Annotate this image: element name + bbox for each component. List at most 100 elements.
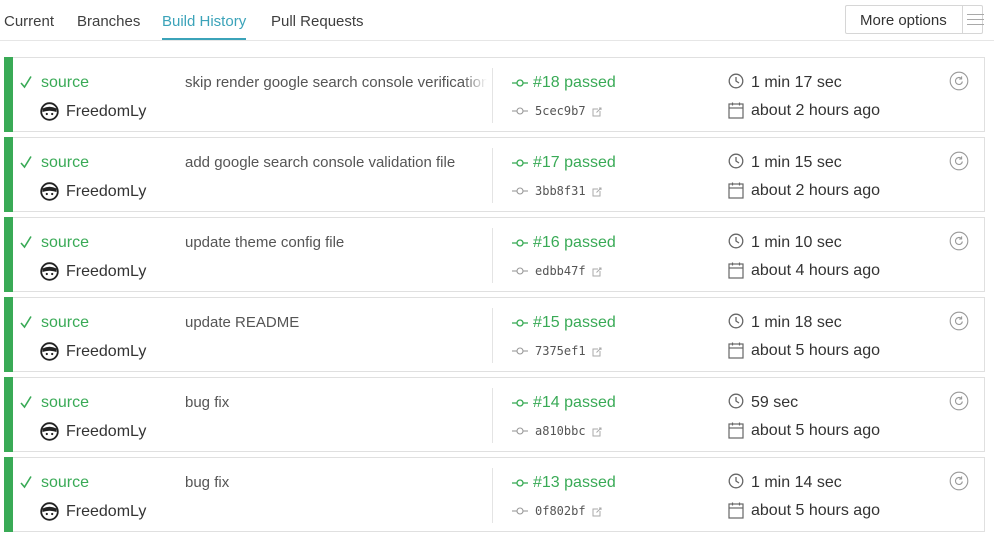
calendar-icon (728, 422, 744, 439)
branch-link[interactable]: source (41, 474, 89, 492)
check-icon (20, 76, 32, 89)
build-number-icon (512, 79, 528, 87)
check-icon (20, 476, 32, 489)
avatar-icon (40, 182, 59, 201)
restart-build-icon[interactable] (949, 71, 969, 91)
build-number-icon (512, 319, 528, 327)
restart-build-icon[interactable] (949, 391, 969, 411)
commit-sha-link[interactable]: 7375ef1 (535, 344, 586, 358)
build-duration: 1 min 10 sec (751, 234, 842, 251)
more-options-label: More options (860, 12, 947, 29)
commit-message: add google search console validation fil… (185, 154, 487, 171)
tab-bar: Current Branches Build History Pull Requ… (0, 0, 994, 41)
calendar-icon (728, 502, 744, 519)
commit-sha-link[interactable]: 3bb8f31 (535, 184, 586, 198)
commit-icon (512, 107, 528, 115)
author-name: FreedomLy (66, 343, 147, 360)
hamburger-menu-icon[interactable] (967, 14, 984, 29)
status-stripe (4, 137, 13, 212)
column-divider (492, 388, 493, 443)
build-number-link[interactable]: #13 passed (533, 474, 616, 492)
restart-build-icon[interactable] (949, 471, 969, 491)
column-divider (492, 148, 493, 203)
author-name: FreedomLy (66, 183, 147, 200)
commit-message: update theme config file (185, 234, 487, 251)
status-stripe (4, 57, 13, 132)
avatar-icon (40, 422, 59, 441)
build-row[interactable]: source FreedomLy bug fix #13 passed 0f80… (4, 457, 985, 532)
author-name: FreedomLy (66, 263, 147, 280)
clock-icon (728, 73, 744, 89)
build-duration: 59 sec (751, 394, 799, 411)
branch-link[interactable]: source (41, 154, 89, 172)
commit-sha-link[interactable]: edbb47f (535, 264, 586, 278)
author-name: FreedomLy (66, 503, 147, 520)
tab-build-history[interactable]: Build History (162, 13, 247, 40)
branch-link[interactable]: source (41, 314, 89, 332)
column-divider (492, 228, 493, 283)
commit-message: update README (185, 314, 487, 331)
clock-icon (728, 153, 744, 169)
column-divider (492, 468, 493, 523)
calendar-icon (728, 182, 744, 199)
tab-pull-requests[interactable]: Pull Requests (271, 13, 364, 30)
calendar-icon (728, 342, 744, 359)
build-duration: 1 min 14 sec (751, 474, 842, 491)
tab-branches[interactable]: Branches (77, 13, 140, 30)
build-number-link[interactable]: #14 passed (533, 394, 616, 412)
build-number-link[interactable]: #15 passed (533, 314, 616, 332)
build-duration: 1 min 15 sec (751, 154, 842, 171)
finished-time: about 2 hours ago (751, 182, 880, 199)
commit-icon (512, 507, 528, 515)
restart-build-icon[interactable] (949, 151, 969, 171)
clock-icon (728, 473, 744, 489)
clock-icon (728, 393, 744, 409)
build-duration: 1 min 18 sec (751, 314, 842, 331)
avatar-icon (40, 262, 59, 281)
commit-sha-link[interactable]: a810bbc (535, 424, 586, 438)
author-name: FreedomLy (66, 103, 147, 120)
external-link-icon[interactable] (592, 427, 602, 437)
build-row[interactable]: source FreedomLy bug fix #14 passed a810… (4, 377, 985, 452)
more-options-divider (962, 6, 963, 33)
build-number-link[interactable]: #17 passed (533, 154, 616, 172)
check-icon (20, 236, 32, 249)
restart-build-icon[interactable] (949, 231, 969, 251)
check-icon (20, 316, 32, 329)
build-number-link[interactable]: #16 passed (533, 234, 616, 252)
branch-link[interactable]: source (41, 234, 89, 252)
build-number-icon (512, 399, 528, 407)
branch-link[interactable]: source (41, 74, 89, 92)
build-number-link[interactable]: #18 passed (533, 74, 616, 92)
status-stripe (4, 457, 13, 532)
finished-time: about 4 hours ago (751, 262, 880, 279)
commit-message: skip render google search console verifi… (185, 74, 487, 91)
external-link-icon[interactable] (592, 267, 602, 277)
build-history-list: source FreedomLy skip render google sear… (4, 57, 985, 537)
external-link-icon[interactable] (592, 107, 602, 117)
column-divider (492, 68, 493, 123)
commit-icon (512, 187, 528, 195)
branch-link[interactable]: source (41, 394, 89, 412)
status-stripe (4, 217, 13, 292)
commit-sha-link[interactable]: 0f802bf (535, 504, 586, 518)
restart-build-icon[interactable] (949, 311, 969, 331)
commit-sha-link[interactable]: 5cec9b7 (535, 104, 586, 118)
build-row[interactable]: source FreedomLy skip render google sear… (4, 57, 985, 132)
commit-icon (512, 427, 528, 435)
external-link-icon[interactable] (592, 347, 602, 357)
build-row[interactable]: source FreedomLy update theme config fil… (4, 217, 985, 292)
build-row[interactable]: source FreedomLy update README #15 passe… (4, 297, 985, 372)
clock-icon (728, 233, 744, 249)
check-icon (20, 396, 32, 409)
commit-icon (512, 267, 528, 275)
avatar-icon (40, 502, 59, 521)
build-duration: 1 min 17 sec (751, 74, 842, 91)
status-stripe (4, 297, 13, 372)
build-number-icon (512, 479, 528, 487)
more-options-button[interactable]: More options (845, 5, 984, 34)
tab-current[interactable]: Current (4, 13, 54, 30)
build-row[interactable]: source FreedomLy add google search conso… (4, 137, 985, 212)
external-link-icon[interactable] (592, 187, 602, 197)
external-link-icon[interactable] (592, 507, 602, 517)
